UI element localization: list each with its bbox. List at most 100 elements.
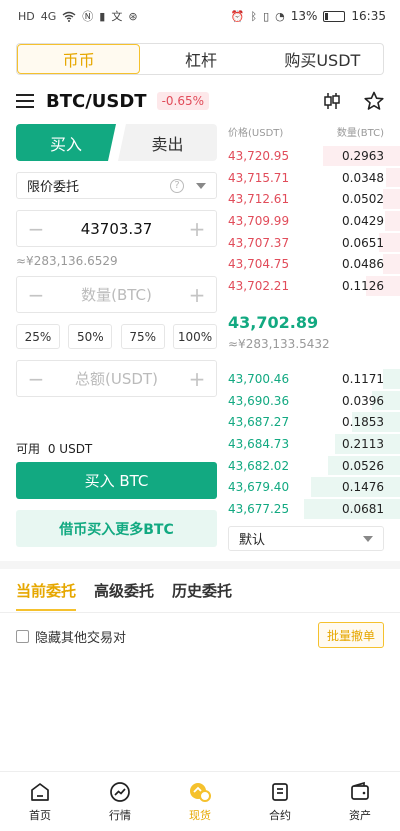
ask-depth-bar [386,167,400,188]
tab-history-orders[interactable]: 历史委托 [172,580,232,601]
depth-select[interactable]: 默认 [228,526,384,551]
ask-qty: 0.0651 [342,235,384,250]
sell-tab[interactable]: 卖出 [118,124,217,161]
total-input[interactable]: 总额(USDT) [75,368,158,389]
ask-qty: 0.0502 [342,192,384,207]
bid-row[interactable]: 43,677.25 0.0681 [228,498,400,520]
percent-25-button[interactable]: 25% [16,324,60,349]
ask-price: 43,715.71 [228,170,290,185]
ask-depth-bar [382,189,400,210]
order-type-select[interactable]: 限价委托 ? [16,172,217,199]
available-balance: 可用 0 USDT [16,440,92,457]
total-decrease-button[interactable]: − [27,369,45,389]
speed-icon: ◔ [275,9,285,23]
total-stepper: − 总额(USDT) + [16,360,217,397]
ask-row[interactable]: 43,720.95 0.2963 [228,145,400,167]
ask-price: 43,702.21 [228,278,290,293]
spot-icon [190,782,211,802]
wifi-icon [62,11,76,22]
hide-pairs-checkbox[interactable] [16,630,29,643]
price-stepper: − 43703.37 + [16,210,217,247]
bid-price: 43,700.46 [228,371,290,386]
ask-qty: 0.1126 [342,278,384,293]
tab-advanced-orders[interactable]: 高级委托 [94,580,154,601]
batch-cancel-button[interactable]: 批量撤单 [318,622,384,648]
bid-row[interactable]: 43,682.02 0.0526 [228,455,400,477]
nav-assets[interactable]: 资产 [320,772,400,831]
percent-100-button[interactable]: 100% [172,324,217,349]
nav-market-label: 行情 [109,808,131,822]
pair-name[interactable]: BTC/USDT [46,91,147,112]
alarm-icon: ⏰ [230,9,245,23]
nav-home-label: 首页 [29,808,51,822]
percent-50-button[interactable]: 50% [68,324,113,349]
bid-row[interactable]: 43,684.73 0.2113 [228,433,400,455]
nav-market[interactable]: 行情 [80,772,160,831]
chevron-down-icon [363,535,373,542]
ask-row[interactable]: 43,715.71 0.0348 [228,167,400,189]
ask-qty: 0.0429 [342,213,384,228]
ask-row[interactable]: 43,707.37 0.0651 [228,232,400,254]
tab-current-orders[interactable]: 当前委托 [16,580,77,611]
price-input[interactable]: 43703.37 [81,220,153,238]
order-type-label: 限价委托 [27,180,80,195]
depth-label: 默认 [239,533,266,548]
bid-qty: 0.0396 [342,393,384,408]
bluetooth-icon: ᛒ [250,9,258,23]
price-decrease-button[interactable]: − [27,219,45,239]
price-increase-button[interactable]: + [188,219,206,239]
bid-row[interactable]: 43,700.46 0.1171 [228,368,400,390]
help-icon[interactable]: ? [170,178,184,193]
bid-qty: 0.1476 [342,480,384,495]
bid-row[interactable]: 43,690.36 0.0396 [228,390,400,412]
bid-price: 43,677.25 [228,501,290,516]
quantity-decrease-button[interactable]: − [27,285,45,305]
percent-row: 25% 50% 75% 100% [16,324,217,349]
tab-margin[interactable]: 杠杆 [140,44,261,74]
star-icon[interactable] [364,91,384,111]
wallet-icon [351,781,369,800]
bid-row[interactable]: 43,687.27 0.1853 [228,411,400,433]
ask-price: 43,720.95 [228,148,290,163]
ask-row[interactable]: 43,712.61 0.0502 [228,188,400,210]
mid-price[interactable]: 43,702.89 [228,313,318,332]
buy-btc-button[interactable]: 买入 BTC [16,462,217,499]
bottom-nav: 首页 行情 现货 合约 资产 [0,771,400,831]
ask-price: 43,704.75 [228,257,290,272]
bid-qty: 0.1171 [342,371,384,386]
nav-spot[interactable]: 现货 [160,772,240,831]
quantity-increase-button[interactable]: + [188,285,206,305]
ask-row[interactable]: 43,702.21 0.1126 [228,275,400,297]
clock: 16:35 [351,9,386,23]
ask-price: 43,707.37 [228,235,290,250]
tab-buy-usdt[interactable]: 购买USDT [262,44,383,74]
total-increase-button[interactable]: + [188,369,206,389]
percent-75-button[interactable]: 75% [120,324,165,349]
status-right: ⏰ ᛒ ▯ ◔ 13% 16:35 [231,9,386,23]
bid-price: 43,687.27 [228,415,290,430]
ask-row[interactable]: 43,709.99 0.0429 [228,210,400,232]
nav-home[interactable]: 首页 [0,772,80,831]
nav-assets-label: 资产 [349,808,371,822]
nav-contract[interactable]: 合约 [240,772,320,831]
hide-other-pairs[interactable]: 隐藏其他交易对 [16,627,126,646]
ask-qty: 0.0486 [342,257,384,272]
ask-qty: 0.2963 [342,148,384,163]
notification-icon: ▮ [99,9,106,23]
ask-row[interactable]: 43,704.75 0.0486 [228,253,400,275]
bid-qty: 0.2113 [342,436,384,451]
ask-depth-bar [384,211,400,231]
candlestick-icon[interactable] [322,91,342,111]
bid-qty: 0.0681 [342,501,384,516]
menu-icon[interactable] [16,94,34,108]
market-type-tabs: 币币 杠杆 购买USDT [16,43,384,75]
battery-icon [323,10,346,22]
tab-spot[interactable]: 币币 [17,44,141,74]
buy-tab[interactable]: 买入 [16,124,116,161]
pair-header: BTC/USDT -0.65% [16,88,384,114]
borrow-buy-button[interactable]: 借币买入更多BTC [16,510,217,547]
quantity-input[interactable]: 数量(BTC) [81,284,152,305]
contract-icon [272,782,288,801]
bid-row[interactable]: 43,679.40 0.1476 [228,476,400,498]
bid-list: 43,700.46 0.1171 43,690.36 0.0396 43,687.27 0… [228,368,400,520]
